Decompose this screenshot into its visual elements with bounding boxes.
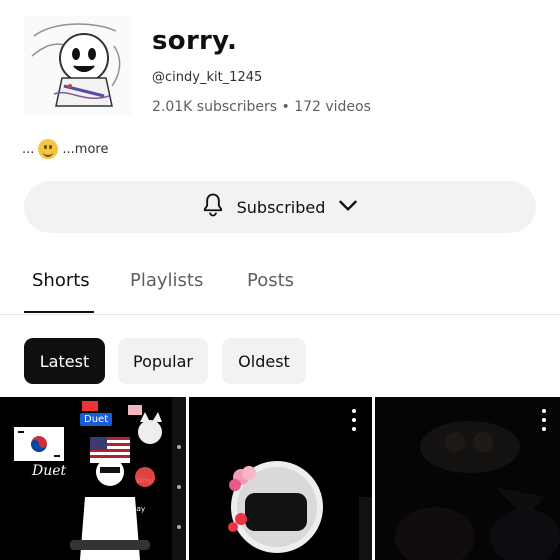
duet-badge: Duet [80, 413, 113, 426]
channel-description[interactable]: ... ...more [22, 139, 108, 159]
chip-oldest[interactable]: Oldest [222, 338, 306, 384]
channel-handle: @cindy_kit_1245 [152, 70, 263, 85]
tabs-divider [0, 314, 560, 315]
smiley-emoji [38, 139, 59, 159]
avatar-drawing [24, 16, 132, 116]
channel-avatar[interactable] [24, 16, 132, 116]
overlay-text: Why? [136, 477, 156, 485]
channel-tabs: Shorts Playlists Posts [0, 262, 560, 314]
description-prefix: ... [22, 141, 35, 157]
channel-name: sorry. [152, 26, 238, 56]
subscribed-label: Subscribed [236, 197, 326, 217]
more-vert-icon[interactable] [536, 409, 552, 431]
shorts-grid: Duet Don't say Why? Duet [0, 397, 560, 560]
short-thumbnail[interactable]: Duet Don't say Why? Duet [0, 397, 186, 560]
description-more-link[interactable]: ...more [62, 142, 108, 157]
chip-latest[interactable]: Latest [24, 338, 105, 384]
tab-posts[interactable]: Posts [247, 270, 294, 291]
tab-shorts[interactable]: Shorts [32, 270, 90, 291]
channel-stats: 2.01K subscribers • 172 videos [152, 99, 371, 115]
chip-popular[interactable]: Popular [118, 338, 208, 384]
active-tab-indicator [24, 311, 94, 313]
chevron-down-icon [335, 192, 361, 222]
subscribed-button[interactable]: Subscribed [24, 181, 536, 233]
short-thumbnail[interactable] [375, 397, 560, 560]
more-vert-icon[interactable] [346, 409, 362, 431]
short-thumbnail-image [375, 397, 560, 560]
duet-text: Duet [32, 463, 67, 479]
tab-playlists[interactable]: Playlists [130, 270, 203, 291]
short-thumbnail-image [189, 397, 372, 560]
overlay-text: Don't say [112, 505, 146, 513]
bell-icon [199, 191, 227, 223]
short-thumbnail[interactable] [189, 397, 372, 560]
